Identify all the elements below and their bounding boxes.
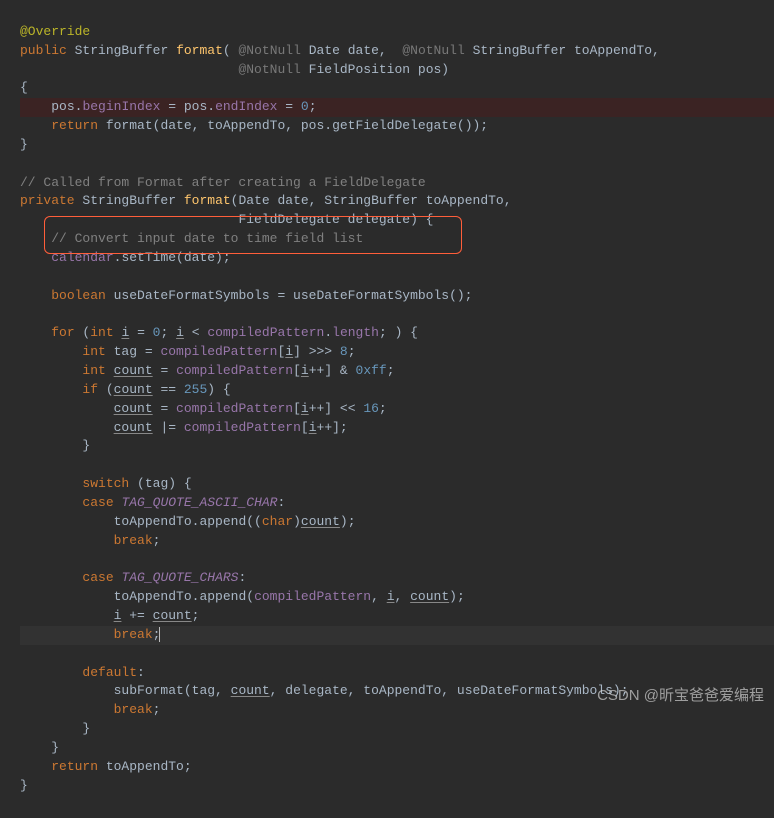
annotation: @Override: [20, 24, 90, 39]
code-block: @Override public StringBuffer format( @N…: [0, 0, 774, 818]
comment-boxed: // Convert input date to time field list: [51, 231, 363, 246]
comment: // Called from Format after creating a F…: [20, 175, 426, 190]
code-content: @Override public StringBuffer format( @N…: [20, 23, 774, 796]
caret-line: break;: [20, 626, 774, 645]
highlighted-line: pos.beginIndex = pos.endIndex = 0;: [20, 98, 774, 117]
